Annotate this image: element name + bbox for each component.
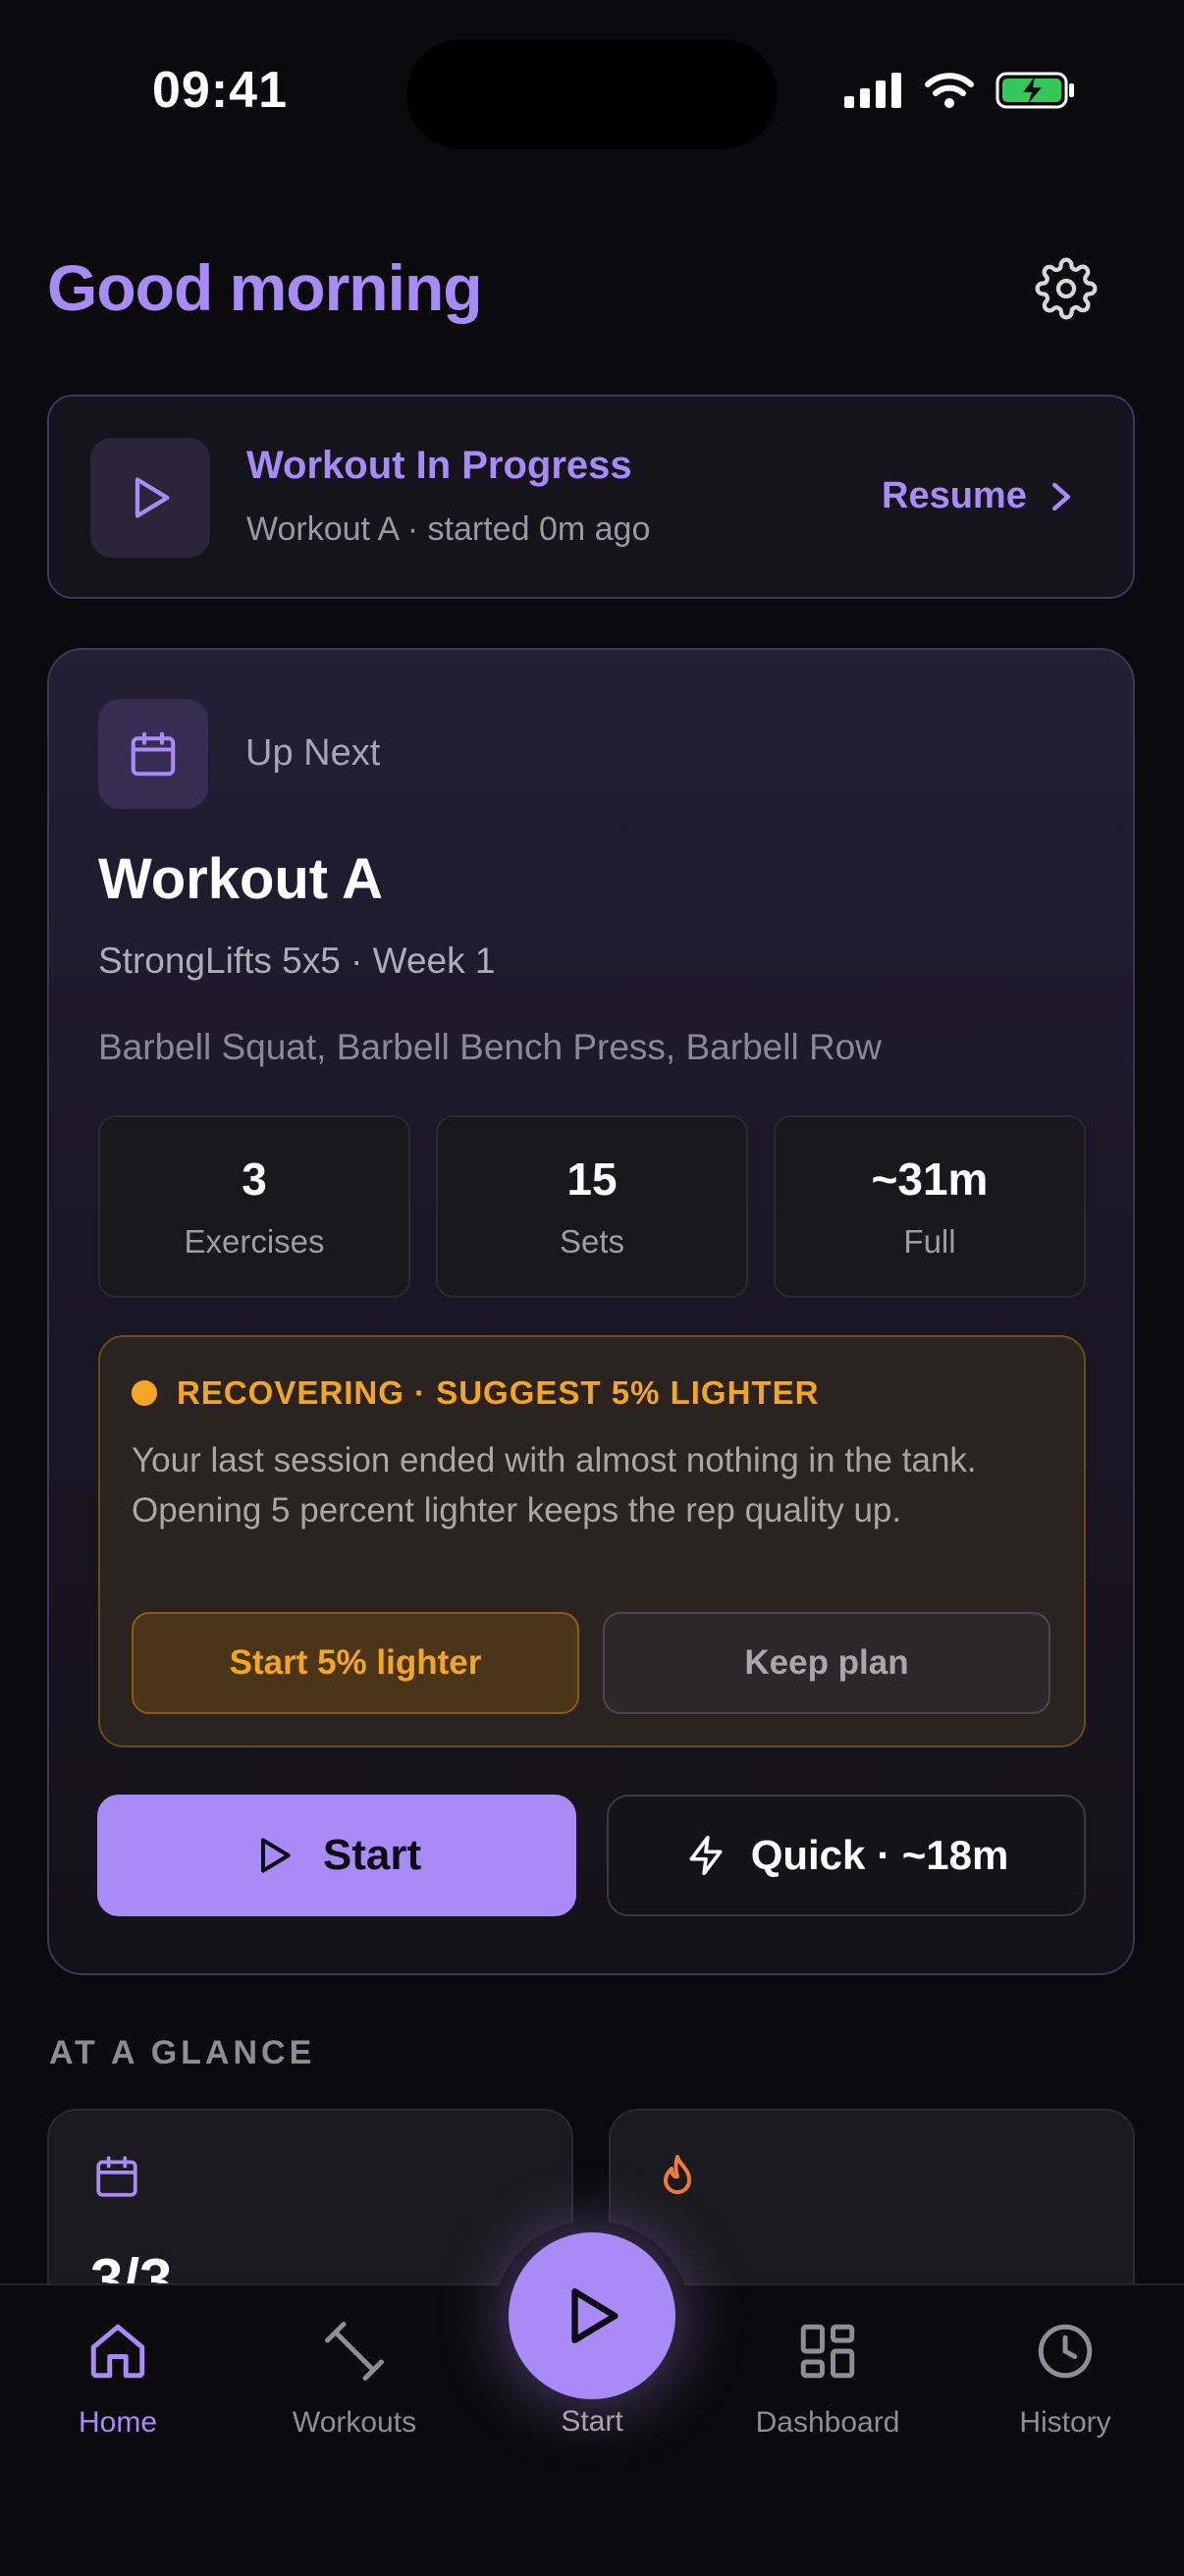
tab-history[interactable]: History xyxy=(957,2319,1173,2440)
tab-label: Workouts xyxy=(292,2406,417,2439)
stat-value: 3 xyxy=(242,1154,267,1205)
dumbbell-icon xyxy=(325,2322,384,2381)
up-next-icon-tile xyxy=(98,699,208,809)
at-a-glance-heading: AT A GLANCE xyxy=(49,2034,316,2071)
greeting-title: Good morning xyxy=(47,251,483,324)
tab-start-label: Start xyxy=(561,2405,623,2438)
workout-title: Workout A xyxy=(98,847,383,911)
stat-value: 15 xyxy=(566,1154,618,1205)
in-progress-subtitle: Workout A · started 0m ago xyxy=(246,510,651,548)
start-workout-button[interactable]: Start xyxy=(97,1795,576,1916)
tab-label: Dashboard xyxy=(755,2406,900,2439)
quick-label: Quick · ~18m xyxy=(750,1832,1009,1878)
keep-plan-button[interactable]: Keep plan xyxy=(603,1612,1050,1714)
tab-dashboard[interactable]: Dashboard xyxy=(720,2319,936,2440)
stat-value: ~31m xyxy=(871,1154,989,1205)
start-label: Start xyxy=(322,1831,422,1879)
warning-dot-icon xyxy=(132,1380,157,1406)
tab-label: Home xyxy=(78,2406,158,2439)
recovery-body: Your last session ended with almost noth… xyxy=(132,1441,977,1530)
tab-label: History xyxy=(1019,2406,1111,2439)
in-progress-title: Workout In Progress xyxy=(246,444,632,487)
clock-icon xyxy=(1038,2324,1093,2379)
recovery-title: RECOVERING · SUGGEST 5% LIGHTER xyxy=(177,1374,820,1411)
status-time: 09:41 xyxy=(152,62,288,119)
start-lighter-button[interactable]: Start 5% lighter xyxy=(132,1612,579,1714)
status-icons xyxy=(844,71,1076,110)
resume-label: Resume xyxy=(882,475,1027,516)
flame-icon xyxy=(664,2155,691,2194)
grid-icon xyxy=(800,2324,855,2379)
calendar-icon xyxy=(131,731,176,777)
wifi-icon xyxy=(925,73,974,108)
keep-plan-label: Keep plan xyxy=(744,1643,909,1682)
tab-home[interactable]: Home xyxy=(10,2319,226,2440)
progress-play-tile xyxy=(90,438,210,558)
resume-button[interactable]: Resume xyxy=(882,475,1074,517)
program-subtitle: StrongLifts 5x5 · Week 1 xyxy=(98,940,496,981)
stat-exercises: 3 Exercises xyxy=(98,1115,410,1298)
home-icon xyxy=(90,2324,145,2379)
stat-label: Sets xyxy=(559,1223,625,1260)
lightning-icon xyxy=(689,1835,723,1876)
start-lighter-label: Start 5% lighter xyxy=(229,1643,482,1682)
chevron-right-icon xyxy=(1051,482,1070,510)
stat-duration: ~31m Full xyxy=(774,1115,1086,1298)
cellular-signal-icon xyxy=(844,73,901,108)
stat-sets: 15 Sets xyxy=(436,1115,748,1298)
settings-gear-icon[interactable] xyxy=(1035,257,1098,320)
quick-workout-button[interactable]: Quick · ~18m xyxy=(607,1795,1086,1916)
stat-label: Full xyxy=(903,1223,956,1260)
dynamic-island xyxy=(406,39,778,149)
up-next-label: Up Next xyxy=(245,732,381,774)
start-fab-button[interactable] xyxy=(509,2232,675,2399)
play-icon xyxy=(135,477,170,518)
tab-workouts[interactable]: Workouts xyxy=(246,2319,462,2440)
play-icon xyxy=(571,2288,619,2343)
stat-label: Exercises xyxy=(184,1223,325,1260)
play-icon xyxy=(260,1838,291,1873)
calendar-icon xyxy=(96,2156,137,2197)
exercise-list: Barbell Squat, Barbell Bench Press, Barb… xyxy=(98,1027,882,1067)
battery-charging-icon xyxy=(996,72,1074,109)
